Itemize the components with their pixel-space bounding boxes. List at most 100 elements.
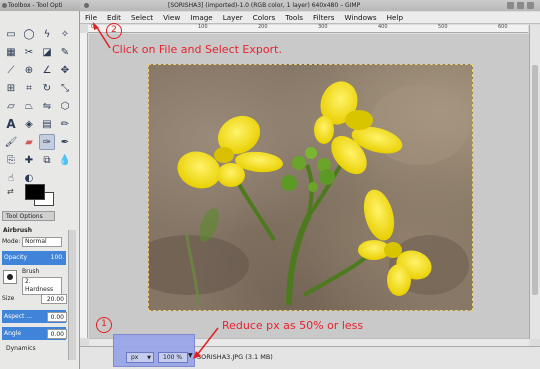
close-icon[interactable] [527,2,534,9]
measure-icon[interactable]: ∠ [39,62,55,78]
scrollbar-thumb[interactable] [532,65,538,295]
vertical-ruler[interactable] [80,33,88,338]
window-menu-icon[interactable] [84,3,89,8]
minimize-icon[interactable] [507,2,514,9]
window-menu-icon[interactable] [2,3,7,8]
brush-preview[interactable] [3,270,17,284]
ruler-label: 0 [91,24,95,30]
color-picker-icon[interactable]: ⟋ [3,62,19,78]
zoom-dropdown-icon[interactable]: ▼ [188,352,193,359]
cage-icon[interactable]: ⬡ [57,98,73,114]
opacity-value: 100. [50,254,64,261]
rect-select-icon[interactable]: ▭ [3,26,19,42]
image-window-title: [SORISHA3] (imported)-1.0 (RGB color, 1 … [168,2,361,9]
menu-view[interactable]: View [158,12,185,23]
step-1-instruction: Reduce px as 50% or less [222,319,364,332]
text-icon[interactable]: A [3,116,19,132]
perspective-icon[interactable]: ⏢ [21,98,37,114]
unit-select[interactable]: px ▼ [126,352,154,363]
tool-options-scrollbar[interactable] [68,230,76,360]
ellipse-select-icon[interactable]: ◯ [21,26,37,42]
step-2-badge: 2 [106,23,122,39]
ruler-label: 200 [258,24,268,30]
angle-spinner[interactable]: 0.00 [47,329,67,339]
tool-name: Airbrush [3,227,33,234]
paintbrush-icon[interactable]: 🖌 [3,134,19,150]
tool-grid: ▭ ◯ ϟ ✧ ▦ ✂ ◪ ✎ ⟋ ⊕ ∠ ✥ ⊞ ⌗ ↻ ⤡ ▱ ⏢ ⇋ ⬡ … [3,26,75,188]
heal-icon[interactable]: ✚ [21,152,37,168]
smudge-icon[interactable]: ☝ [3,170,19,186]
aspect-label: Aspect ... [4,313,33,320]
pencil-icon[interactable]: ✏ [57,116,73,132]
screenshot-root: Toolbox - Tool Opti ▭ ◯ ϟ ✧ ▦ ✂ ◪ ✎ ⟋ ⊕ … [0,0,540,369]
dynamics-label: Dynamics [6,345,36,352]
menu-file[interactable]: File [80,12,102,23]
toolbox-titlebar: Toolbox - Tool Opti [0,0,80,11]
ruler-label: 300 [318,24,328,30]
shear-icon[interactable]: ▱ [3,98,19,114]
mode-label: Mode: [2,238,21,245]
menu-select[interactable]: Select [126,12,158,23]
ruler-label: 400 [378,24,388,30]
mode-select[interactable]: Normal [22,237,62,247]
ruler-label: 500 [438,24,448,30]
image-window-titlebar: [SORISHA3] (imported)-1.0 (RGB color, 1 … [80,0,540,11]
move-icon[interactable]: ✥ [57,62,73,78]
maximize-icon[interactable] [517,2,524,9]
color-select-icon[interactable]: ▦ [3,44,19,60]
opacity-slider[interactable]: Opacity 100. [2,251,66,265]
menu-colors[interactable]: Colors [248,12,281,23]
blend-icon[interactable]: ▤ [39,116,55,132]
bucket-fill-icon[interactable]: ◈ [21,116,37,132]
step-1-badge: 1 [96,317,112,333]
menu-layer[interactable]: Layer [218,12,248,23]
vertical-scrollbar[interactable] [529,25,540,339]
status-filename: SORISHA3.JPG (3.1 MB) [197,353,273,361]
swap-colors-icon[interactable]: ⇄ [7,187,14,196]
menu-help[interactable]: Help [382,12,408,23]
foreground-select-icon[interactable]: ◪ [39,44,55,60]
ruler-label: 100 [198,24,208,30]
align-icon[interactable]: ⊞ [3,80,19,96]
blur-icon[interactable]: 💧 [57,152,73,168]
step-2-instruction: Click on File and Select Export. [112,43,282,56]
rotate-icon[interactable]: ↻ [39,80,55,96]
fuzzy-select-icon[interactable]: ✧ [57,26,73,42]
menu-windows[interactable]: Windows [340,12,382,23]
scissors-icon[interactable]: ✂ [21,44,37,60]
tab-tool-options[interactable]: Tool Options [2,211,55,221]
flower-photo [149,81,469,306]
menu-filters[interactable]: Filters [308,12,340,23]
paths-icon[interactable]: ✎ [57,44,73,60]
menu-tools[interactable]: Tools [280,12,308,23]
aspect-spinner[interactable]: 0.00 [47,312,67,322]
toolbox-window: Toolbox - Tool Opti ▭ ◯ ϟ ✧ ▦ ✂ ◪ ✎ ⟋ ⊕ … [0,0,80,369]
horizontal-ruler[interactable]: 0 100 200 300 400 500 600 [88,24,528,33]
menu-image[interactable]: Image [185,12,218,23]
image-canvas-photo[interactable] [148,64,473,311]
scale-icon[interactable]: ⤡ [57,80,73,96]
ink-icon[interactable]: ✒ [57,134,73,150]
toolbox-title: Toolbox - Tool Opti [8,2,63,9]
menubar: File Edit Select View Image Layer Colors… [80,12,540,24]
airbrush-icon[interactable]: ✑ [39,134,55,150]
crop-icon[interactable]: ⌗ [21,80,37,96]
brush-name-field[interactable]: 2. Hardness [22,277,62,295]
ruler-label: 600 [498,24,508,30]
menu-edit[interactable]: Edit [102,12,126,23]
angle-label: Angle [4,330,22,337]
perspective-clone-icon[interactable]: ⧉ [39,152,55,168]
brush-label: Brush [22,268,40,275]
clone-icon[interactable]: ⎘ [3,152,19,168]
chevron-down-icon: ▼ [147,355,151,361]
opacity-label: Opacity [4,254,28,261]
unit-value: px [131,354,139,361]
size-spinner[interactable]: 20.00 [41,294,67,304]
zoom-field[interactable]: 100 % [158,352,188,363]
free-select-icon[interactable]: ϟ [39,26,55,42]
zoom-icon[interactable]: ⊕ [21,62,37,78]
flip-icon[interactable]: ⇋ [39,98,55,114]
window-controls [507,2,534,9]
foreground-color-swatch[interactable] [25,184,45,200]
eraser-icon[interactable]: ▰ [21,134,37,150]
